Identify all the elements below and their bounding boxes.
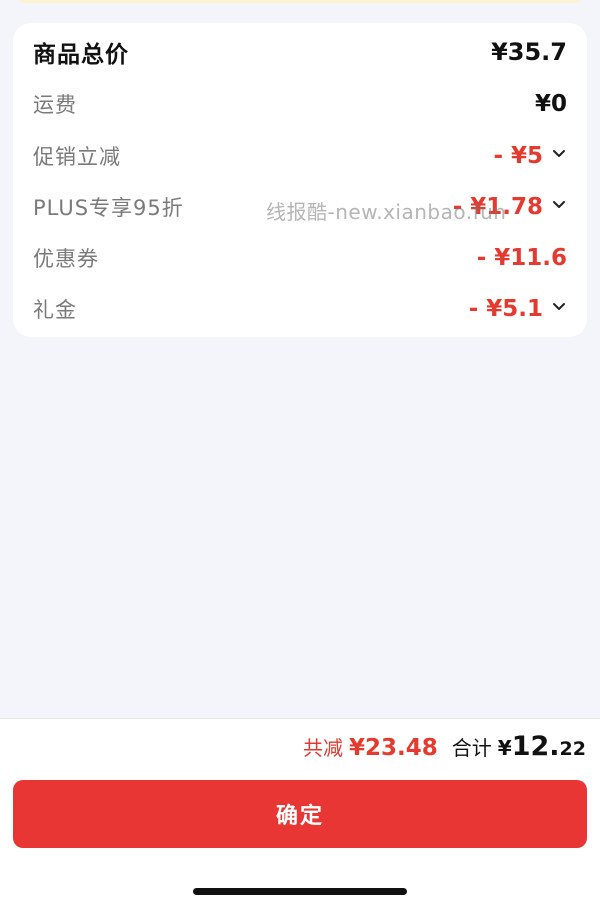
shipping-value: ¥0 (534, 91, 567, 117)
gift-money-label: 礼金 (33, 298, 77, 322)
total-integer: 12. (511, 731, 560, 762)
total-currency: ¥ (497, 736, 512, 760)
promotion-value: - ¥5 (493, 143, 543, 169)
goods-total-value: ¥35.7 (491, 38, 567, 66)
row-promotion[interactable]: 促销立减 - ¥5 (33, 136, 567, 176)
gift-money-value: - ¥5.1 (468, 296, 543, 322)
total-decimal: 22 (559, 738, 586, 760)
row-goods-total: 商品总价 ¥35.7 (33, 32, 567, 72)
chevron-down-icon[interactable] (551, 298, 567, 314)
discount-label: 共减 (303, 736, 344, 760)
coupon-label: 优惠券 (33, 247, 99, 271)
promotion-label: 促销立减 (33, 145, 121, 169)
chevron-down-icon[interactable] (551, 145, 567, 161)
watermark-text: 线报酷-new.xianbao.fun (266, 200, 507, 224)
gift-money-value-group[interactable]: - ¥5.1 (469, 296, 567, 322)
row-gift-money[interactable]: 礼金 - ¥5.1 (33, 289, 567, 329)
promotion-value-group[interactable]: - ¥5 (493, 143, 567, 169)
confirm-button[interactable]: 确定 (13, 780, 587, 848)
total-label: 合计 (451, 736, 492, 760)
price-detail-card: 商品总价 ¥35.7 运费 ¥0 促销立减 - ¥5 PLUS专享95折 - ¥… (13, 23, 587, 337)
home-indicator[interactable] (193, 888, 407, 895)
shipping-label: 运费 (33, 93, 77, 117)
goods-total-label: 商品总价 (33, 42, 129, 68)
bottom-bar: 共减 ¥23.48 合计 ¥ 12. 22 确定 (0, 718, 600, 907)
row-shipping: 运费 ¥0 (33, 84, 567, 124)
top-strip (20, 0, 580, 3)
coupon-value: - ¥11.6 (476, 245, 567, 271)
order-summary: 共减 ¥23.48 合计 ¥ 12. 22 (303, 731, 586, 765)
chevron-down-icon[interactable] (551, 196, 567, 212)
row-coupon: 优惠券 - ¥11.6 (33, 238, 567, 278)
discount-value: ¥23.48 (349, 735, 438, 761)
plus-discount-label: PLUS专享95折 (33, 196, 184, 220)
